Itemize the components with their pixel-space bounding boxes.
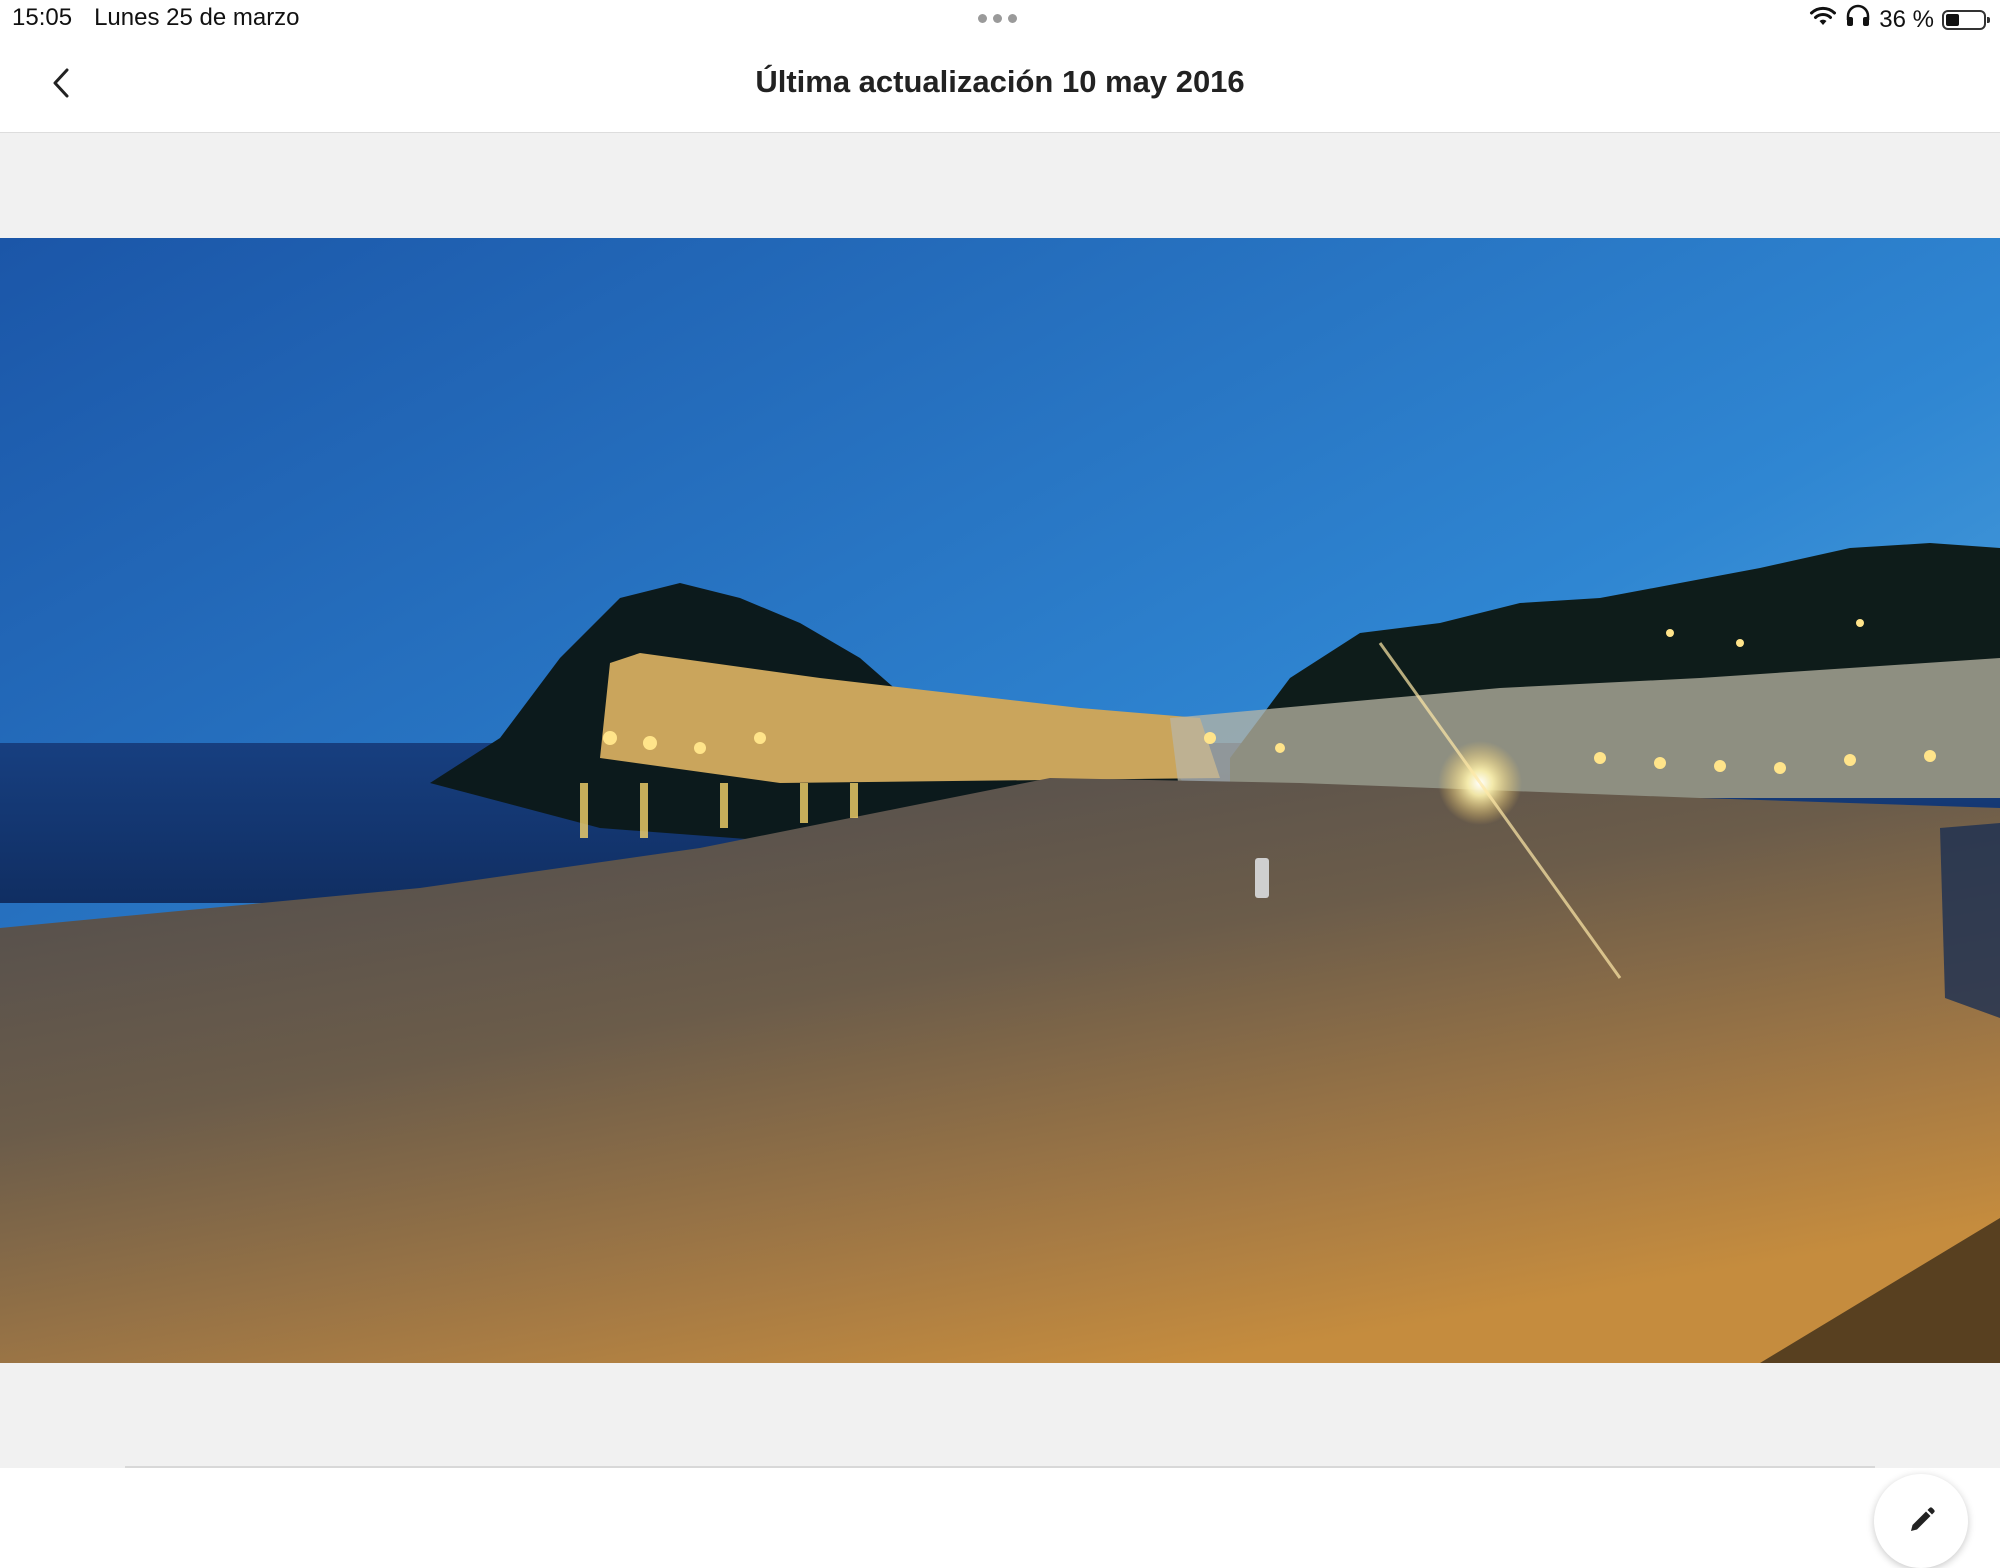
status-right: 36 % bbox=[1809, 4, 1990, 35]
battery-level bbox=[1946, 13, 1959, 26]
status-left: 15:05 Lunes 25 de marzo bbox=[12, 4, 300, 32]
beach-photo[interactable] bbox=[0, 238, 2000, 1363]
page-title: Última actualización 10 may 2016 bbox=[755, 64, 1245, 99]
multitasking-dots-icon[interactable] bbox=[978, 14, 1017, 23]
headphones-icon bbox=[1845, 4, 1871, 35]
bottom-divider bbox=[125, 1466, 1875, 1468]
header: Última actualización 10 may 2016 bbox=[0, 40, 2000, 133]
status-time: 15:05 bbox=[12, 4, 73, 31]
status-date: Lunes 25 de marzo bbox=[94, 4, 300, 31]
wifi-icon bbox=[1809, 5, 1837, 34]
status-bar: 15:05 Lunes 25 de marzo 36 % bbox=[0, 0, 2000, 40]
battery-percent: 36 % bbox=[1879, 5, 1934, 33]
photo-viewer bbox=[0, 133, 2000, 1568]
pencil-icon bbox=[1911, 1507, 1935, 1531]
battery-icon bbox=[1942, 9, 1990, 30]
edit-button[interactable] bbox=[1874, 1474, 1968, 1568]
